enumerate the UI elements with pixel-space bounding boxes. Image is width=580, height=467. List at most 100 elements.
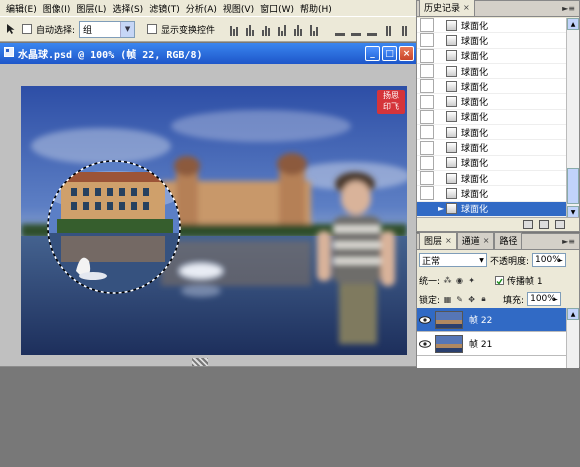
unify-position-icon[interactable]: ⁂ xyxy=(443,276,452,285)
align-vcenter-icon[interactable] xyxy=(243,22,257,36)
menu-help[interactable]: 帮助(H) xyxy=(300,2,332,15)
canvas-image[interactable]: 扬思 印飞 xyxy=(21,86,407,355)
snapshot-icon[interactable] xyxy=(539,220,549,229)
tab-channels[interactable]: 通道 × xyxy=(456,232,495,249)
new-document-icon[interactable] xyxy=(523,220,533,229)
history-item[interactable]: 球面化 xyxy=(417,79,567,95)
tab-channels-label: 通道 xyxy=(461,237,480,247)
menu-select[interactable]: 选择(S) xyxy=(112,2,143,15)
propagate-checkbox[interactable] xyxy=(495,276,505,285)
menu-edit[interactable]: 编辑(E) xyxy=(6,2,37,15)
history-brush-checkbox[interactable] xyxy=(420,155,434,170)
history-brush-checkbox[interactable] xyxy=(420,109,434,124)
history-brush-checkbox[interactable] xyxy=(420,140,434,155)
scroll-up-icon[interactable]: ▲ xyxy=(567,308,579,320)
history-item[interactable]: 球面化 xyxy=(417,109,567,126)
history-item[interactable]: 球面化 xyxy=(417,140,567,156)
history-item[interactable]: 球面化 xyxy=(417,33,567,49)
layers-panel: 图层 × 通道 × 路径 ►≡ 正常 ▼ 不透明度: 100% ► 统一: ⁂ … xyxy=(416,232,580,368)
history-item[interactable]: 球面化 xyxy=(417,155,567,171)
scroll-thumb[interactable] xyxy=(567,168,579,204)
history-item-label: 球面化 xyxy=(461,36,489,47)
history-brush-checkbox[interactable] xyxy=(420,94,434,109)
layers-scrollbar[interactable]: ▲ xyxy=(566,308,579,368)
lock-pixels-icon[interactable]: ✎ xyxy=(455,295,464,304)
history-item-label: 球面化 xyxy=(461,82,489,93)
opacity-label: 不透明度: xyxy=(490,256,530,267)
history-brush-checkbox[interactable] xyxy=(420,18,434,33)
history-item[interactable]: ► 球面化 xyxy=(417,201,567,217)
history-item[interactable]: 球面化 xyxy=(417,125,567,141)
distribute-vcenter-icon[interactable] xyxy=(349,22,363,36)
fill-input[interactable]: 100% ► xyxy=(527,292,562,306)
tab-history-close[interactable]: × xyxy=(463,3,470,12)
trash-icon[interactable] xyxy=(555,220,565,229)
watermark-line-2: 印飞 xyxy=(383,102,399,111)
history-brush-checkbox[interactable] xyxy=(420,64,434,79)
distribute-top-icon[interactable] xyxy=(333,22,347,36)
resize-grip[interactable] xyxy=(192,358,208,366)
document-canvas[interactable]: 扬思 印飞 xyxy=(0,64,416,366)
tab-channels-close[interactable]: × xyxy=(483,236,490,245)
unify-visibility-icon[interactable]: ◉ xyxy=(455,276,464,285)
panel-menu-icon[interactable]: ►≡ xyxy=(562,4,575,13)
history-brush-checkbox[interactable] xyxy=(420,186,434,201)
history-brush-checkbox[interactable] xyxy=(420,125,434,140)
distribute-left-icon[interactable] xyxy=(381,22,395,36)
fill-label: 填充: xyxy=(503,295,525,306)
opacity-input[interactable]: 100% ► xyxy=(532,253,567,267)
auto-select-dropdown[interactable]: 组 ▼ xyxy=(79,20,136,38)
menu-filter[interactable]: 滤镜(T) xyxy=(149,2,180,15)
history-item[interactable]: 球面化 xyxy=(417,94,567,110)
history-brush-checkbox[interactable] xyxy=(420,33,434,48)
layer-list: 帧 22 帧 21 xyxy=(417,308,567,368)
eye-icon[interactable] xyxy=(417,315,433,324)
menu-window[interactable]: 窗口(W) xyxy=(260,2,294,15)
distribute-bottom-icon[interactable] xyxy=(365,22,379,36)
align-bottom-icon[interactable] xyxy=(259,22,273,36)
history-item-label: 球面化 xyxy=(461,52,489,63)
lock-all-icon[interactable]: 🔒︎ xyxy=(479,294,488,304)
history-scrollbar[interactable]: ▲ ▼ xyxy=(566,18,579,218)
menu-analysis[interactable]: 分析(A) xyxy=(186,2,217,15)
layer-row[interactable]: 帧 21 xyxy=(417,332,567,356)
lock-transparency-icon[interactable]: ▦ xyxy=(443,295,452,304)
align-right-icon[interactable] xyxy=(307,22,321,36)
scroll-up-icon[interactable]: ▲ xyxy=(567,18,579,30)
tab-layers-close[interactable]: × xyxy=(445,236,452,245)
document-title: 水晶球.psd @ 100% (帧 22, RGB/8) xyxy=(18,50,203,61)
history-item[interactable]: 球面化 xyxy=(417,186,567,202)
maximize-icon[interactable]: □ xyxy=(382,46,397,61)
align-left-icon[interactable] xyxy=(275,22,289,36)
minimize-icon[interactable]: _ xyxy=(365,46,380,61)
blend-mode-dropdown[interactable]: 正常 ▼ xyxy=(419,253,487,267)
unify-style-icon[interactable]: ✦ xyxy=(467,276,476,285)
menu-layer[interactable]: 图层(L) xyxy=(76,2,106,15)
layer-row[interactable]: 帧 22 xyxy=(417,308,567,332)
tab-layers[interactable]: 图层 × xyxy=(419,232,457,249)
tab-paths[interactable]: 路径 xyxy=(494,232,523,249)
layers-panel-menu-icon[interactable]: ►≡ xyxy=(562,237,575,246)
history-item[interactable]: 球面化 xyxy=(417,64,567,80)
align-hcenter-icon[interactable] xyxy=(291,22,305,36)
show-transform-checkbox[interactable] xyxy=(147,24,158,34)
history-item[interactable]: 球面化 xyxy=(417,18,567,34)
align-top-icon[interactable] xyxy=(227,22,241,36)
menu-view[interactable]: 视图(V) xyxy=(223,2,254,15)
history-item[interactable]: 球面化 xyxy=(417,171,567,187)
move-tool-icon[interactable] xyxy=(4,22,18,36)
history-item[interactable]: 球面化 xyxy=(417,48,567,64)
history-brush-checkbox[interactable] xyxy=(420,48,434,63)
lock-position-icon[interactable]: ✥ xyxy=(467,295,476,304)
auto-select-checkbox[interactable] xyxy=(22,24,32,34)
distribute-hcenter-icon[interactable] xyxy=(397,22,411,36)
history-item-label: 球面化 xyxy=(461,144,489,155)
tab-history[interactable]: 历史记录 × xyxy=(419,0,475,16)
history-brush-checkbox[interactable] xyxy=(420,201,434,216)
history-brush-checkbox[interactable] xyxy=(420,171,434,186)
eye-icon[interactable] xyxy=(417,339,433,348)
history-brush-checkbox[interactable] xyxy=(420,79,434,94)
menu-image[interactable]: 图像(I) xyxy=(43,2,71,15)
history-panel: 历史记录 × ►≡ 球面化 球面化 球面化 球面化 球面化 球面化 球面化 球面化 球面化 球面化… xyxy=(416,0,580,232)
close-icon[interactable]: × xyxy=(399,46,414,61)
